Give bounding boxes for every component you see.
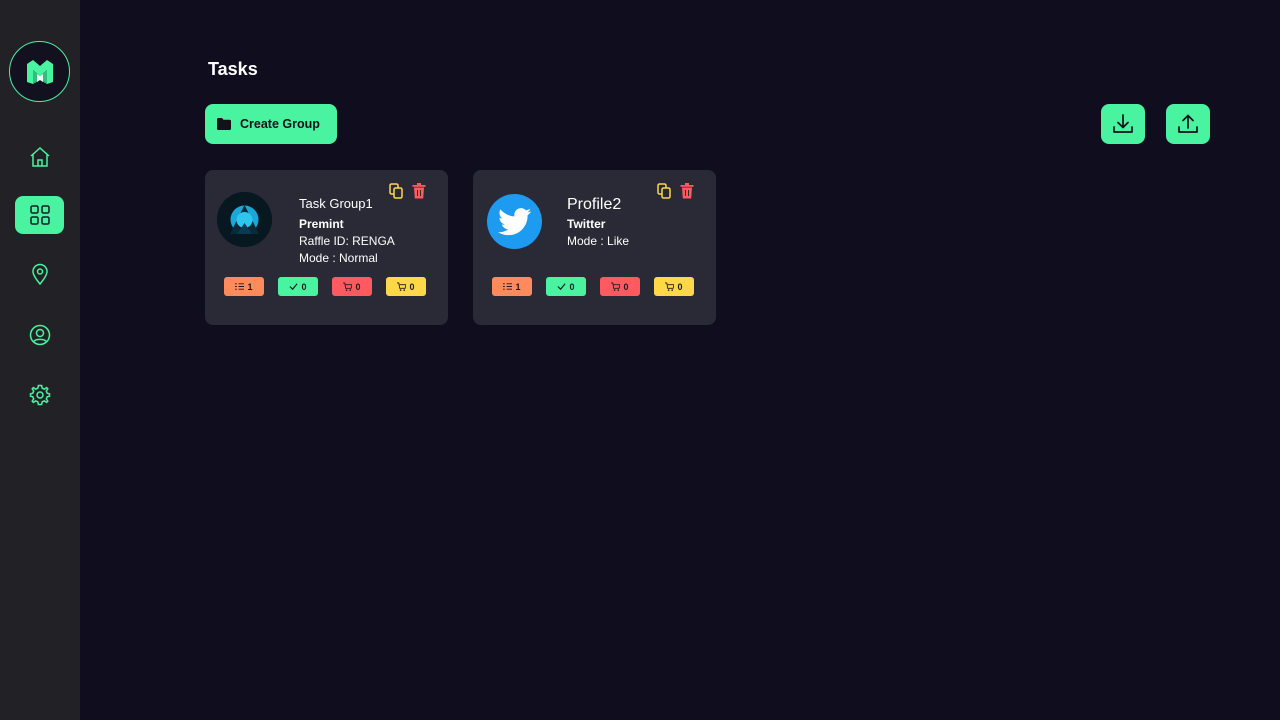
sidebar-item-home[interactable]: [15, 138, 64, 176]
premint-avatar: [217, 192, 272, 247]
card-raffle-id: Raffle ID: RENGA: [299, 234, 395, 248]
failed-count-badge: 0: [332, 277, 372, 296]
download-icon: [1113, 114, 1133, 133]
task-group-card[interactable]: Profile2 Twitter Mode : Like 1 0 0 0: [473, 170, 716, 325]
list-icon: [503, 283, 513, 290]
carted-count-badge: 0: [386, 277, 426, 296]
card-title: Profile2: [567, 196, 622, 213]
task-group-card[interactable]: Task Group1 Premint Raffle ID: RENGA Mod…: [205, 170, 448, 325]
tasks-count-badge: 1: [224, 277, 264, 296]
card-subtitle: Premint: [299, 217, 344, 231]
premint-logo-icon: [217, 192, 272, 247]
cart-x-icon: [343, 282, 353, 291]
user-circle-icon: [29, 324, 50, 346]
twitter-avatar: [487, 194, 542, 249]
gear-icon: [29, 384, 50, 406]
failed-count-badge: 0: [600, 277, 640, 296]
card-subtitle: Twitter: [567, 217, 606, 231]
twitter-logo-icon: [497, 207, 531, 235]
carted-count-badge: 0: [654, 277, 694, 296]
card-actions: [657, 183, 694, 199]
create-group-label: Create Group: [240, 117, 320, 131]
cart-icon: [665, 282, 675, 291]
grid-icon: [29, 205, 50, 225]
card-mode: Mode : Like: [567, 234, 630, 248]
home-icon: [30, 146, 49, 167]
cart-icon: [397, 282, 407, 291]
export-button[interactable]: [1166, 104, 1210, 144]
cart-x-icon: [611, 282, 621, 291]
upload-icon: [1178, 114, 1198, 133]
delete-icon[interactable]: [412, 183, 426, 199]
success-count-badge: 0: [546, 277, 586, 296]
folder-icon: [217, 118, 231, 130]
sidebar-item-settings[interactable]: [15, 376, 64, 414]
copy-icon[interactable]: [389, 183, 403, 199]
check-icon: [557, 283, 567, 291]
success-count-badge: 0: [278, 277, 318, 296]
app-logo[interactable]: [9, 41, 70, 102]
sidebar: [0, 0, 80, 720]
card-actions: [389, 183, 426, 199]
card-title: Task Group1: [299, 196, 373, 211]
check-icon: [289, 283, 299, 291]
tasks-count-badge: 1: [492, 277, 532, 296]
sidebar-item-tasks[interactable]: [15, 196, 64, 234]
card-mode: Mode : Normal: [299, 251, 378, 265]
import-button[interactable]: [1101, 104, 1145, 144]
sidebar-item-locations[interactable]: [15, 255, 64, 293]
copy-icon[interactable]: [657, 183, 671, 199]
map-pin-icon: [31, 263, 48, 286]
delete-icon[interactable]: [680, 183, 694, 199]
sidebar-item-profile[interactable]: [15, 316, 64, 354]
page-title: Tasks: [208, 59, 258, 79]
m-logo-icon: [26, 59, 53, 84]
list-icon: [235, 283, 245, 290]
create-group-button[interactable]: Create Group: [205, 104, 337, 144]
